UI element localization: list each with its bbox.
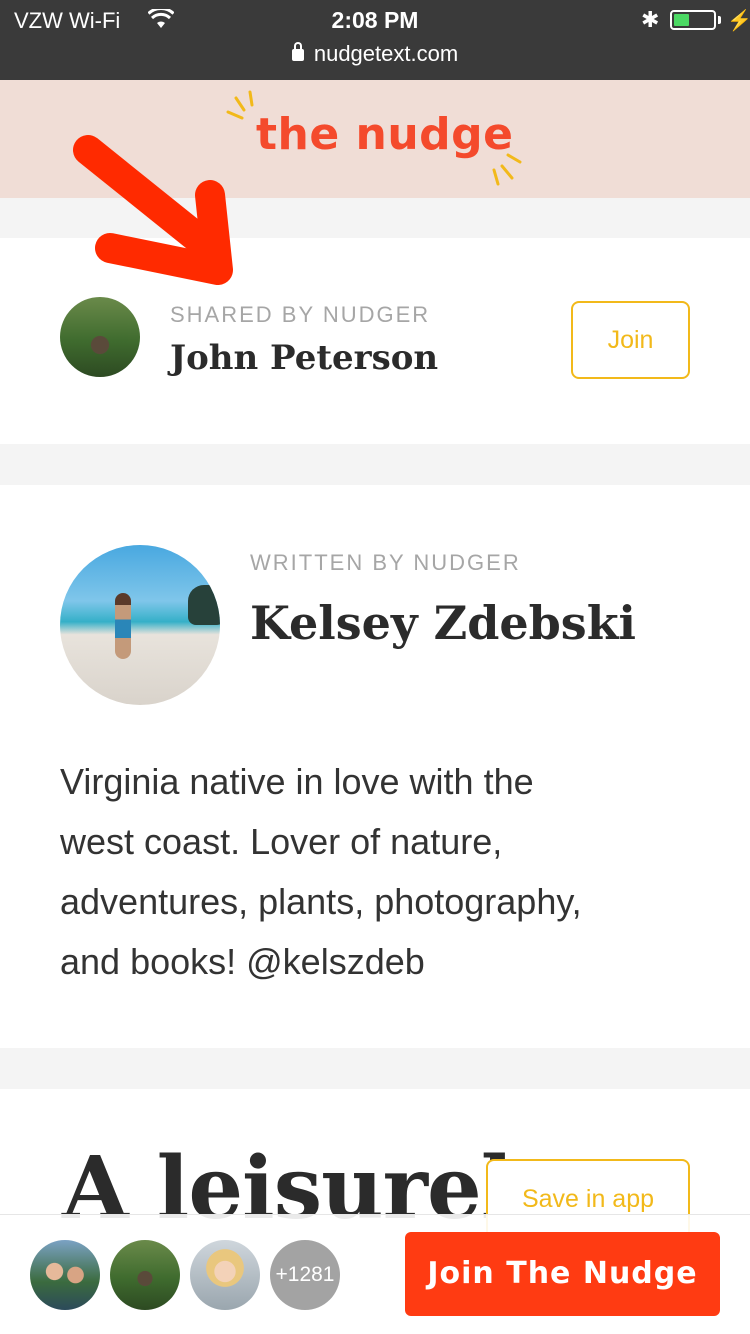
bio-line: adventures, plants, photography, <box>60 881 582 922</box>
member-avatar <box>30 1240 100 1310</box>
bluetooth-icon: ✱ <box>641 7 660 32</box>
writer-bio: Virginia native in love with the west co… <box>60 752 700 992</box>
battery-fill <box>674 14 689 26</box>
sharer-name[interactable]: John Peterson <box>170 338 438 378</box>
shared-by-label: SHARED BY NUDGER <box>170 302 431 327</box>
logo[interactable]: the nudge <box>256 109 514 160</box>
status-bar: VZW Wi-Fi 2:08 PM nudgetext.com ✱ ⚡ <box>0 0 750 80</box>
url-text: nudgetext.com <box>313 41 459 66</box>
avatar-figure <box>115 593 131 659</box>
join-the-nudge-button[interactable]: Join The Nudge <box>405 1232 720 1316</box>
battery-tip <box>718 16 721 24</box>
charging-icon: ⚡ <box>727 10 750 32</box>
member-count-badge: +1281 <box>270 1240 340 1310</box>
avatar[interactable] <box>60 297 140 377</box>
clock: 2:08 PM <box>331 7 419 33</box>
lock-icon <box>291 42 304 61</box>
bio-line: Virginia native in love with the <box>60 761 534 802</box>
bio-line: west coast. Lover of nature, <box>60 821 503 862</box>
battery-icon <box>670 10 716 30</box>
written-by-label: WRITTEN BY NUDGER <box>250 550 521 575</box>
avatar[interactable] <box>60 545 220 705</box>
writer-name[interactable]: Kelsey Zdebski <box>250 596 636 650</box>
member-avatar <box>110 1240 180 1310</box>
member-avatar <box>190 1240 260 1310</box>
url-bar[interactable]: nudgetext.com <box>0 41 750 67</box>
bio-line: and books! @kelszdeb <box>60 941 425 982</box>
avatar-rock <box>188 585 220 625</box>
join-button[interactable]: Join <box>571 301 690 379</box>
